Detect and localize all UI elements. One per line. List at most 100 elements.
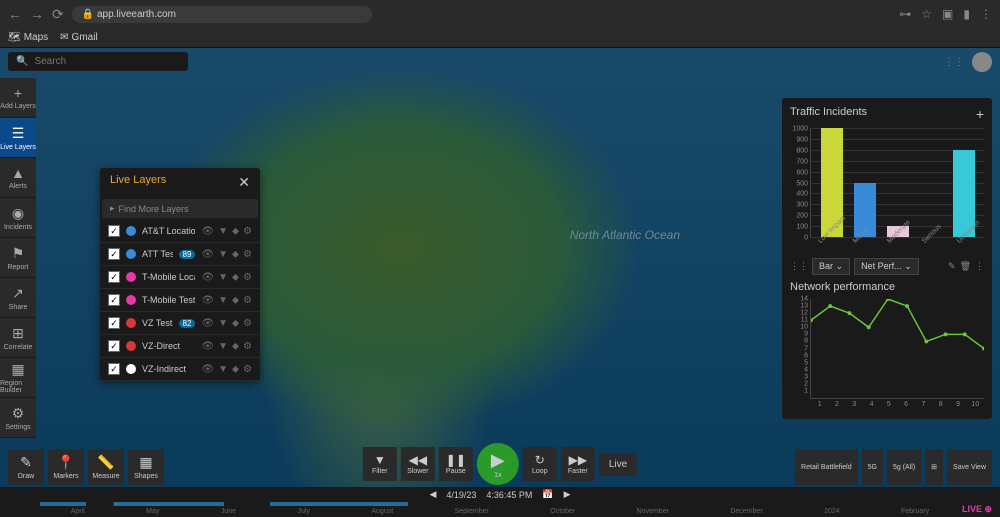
checkbox[interactable]: ✓	[108, 317, 120, 329]
playback-faster[interactable]: ▶▶Faster	[561, 447, 595, 481]
main-app: North Atlantic Ocean 🔍 ⋮⋮ +Add Layers☰Li…	[0, 48, 1000, 517]
preset-button[interactable]: 5g (All)	[887, 449, 921, 485]
filter-icon[interactable]: ▼	[218, 341, 228, 352]
filter-icon[interactable]: ▼	[218, 364, 228, 375]
extension-icon[interactable]: ▣	[942, 7, 953, 21]
gear-icon[interactable]: ⚙	[243, 272, 252, 283]
filter-icon[interactable]: ▼	[218, 226, 228, 237]
pin-icon[interactable]: ⬥	[232, 249, 239, 260]
visibility-icon[interactable]: 👁	[201, 295, 214, 306]
forward-icon[interactable]: →	[30, 6, 44, 22]
layer-item[interactable]: ✓ATT Test Data89👁▼⬥⚙	[100, 243, 260, 266]
checkbox[interactable]: ✓	[108, 294, 120, 306]
filter-icon[interactable]: ▼	[218, 249, 228, 260]
sidebar-item-share[interactable]: ↗Share	[0, 278, 36, 318]
checkbox[interactable]: ✓	[108, 248, 120, 260]
menu-icon[interactable]: ⋮	[980, 7, 992, 21]
pin-icon[interactable]: ⬥	[232, 226, 239, 237]
search-input[interactable]	[34, 56, 180, 67]
gear-icon[interactable]: ⚙	[243, 341, 252, 352]
timeline-back-icon[interactable]: ◀	[429, 489, 436, 500]
url-bar[interactable]: 🔒 app.liveearth.com	[72, 6, 372, 23]
shapes-tool[interactable]: ▦Shapes	[128, 449, 164, 485]
gear-icon[interactable]: ⚙	[243, 364, 252, 375]
panel-title: Live Layers	[110, 174, 166, 191]
playback-play[interactable]: ▶1x	[477, 443, 519, 485]
edit-icon[interactable]: ✎	[948, 261, 956, 272]
preset-button[interactable]: 5G	[862, 449, 883, 485]
drag-icon[interactable]: ⋮⋮	[790, 261, 808, 272]
filter-icon[interactable]: ▼	[218, 295, 228, 306]
visibility-icon[interactable]: 👁	[201, 226, 214, 237]
sidebar-item-settings[interactable]: ⚙Settings	[0, 398, 36, 438]
key-icon[interactable]: ⊶	[899, 7, 911, 21]
visibility-icon[interactable]: 👁	[201, 318, 214, 329]
sidebar-item-alerts[interactable]: ▲Alerts	[0, 158, 36, 198]
close-icon[interactable]: ✕	[238, 174, 250, 191]
filter-icon[interactable]: ▼	[218, 318, 228, 329]
filter-icon[interactable]: ▼	[218, 272, 228, 283]
playback-filter[interactable]: ▼Filter	[363, 447, 397, 481]
app-search[interactable]: 🔍	[8, 52, 188, 71]
bookmark-gmail[interactable]: ✉ Gmail	[60, 32, 98, 43]
browser-bar: ← → ⟳ 🔒 app.liveearth.com ⊶ ☆ ▣ ▮ ⋮	[0, 0, 1000, 28]
pin-icon[interactable]: ⬥	[232, 341, 239, 352]
markers-tool[interactable]: 📍Markers	[48, 449, 84, 485]
layer-color-icon	[126, 341, 136, 351]
preset-button[interactable]: ⊞	[925, 449, 943, 485]
preset-button[interactable]: Save View	[947, 449, 992, 485]
grid-icon[interactable]: ⋮⋮	[944, 57, 964, 68]
preset-button[interactable]: Retail Battlefield	[795, 449, 858, 485]
layer-item[interactable]: ✓VZ Test Data82👁▼⬥⚙	[100, 312, 260, 335]
timeline-date: 4/19/23	[446, 490, 476, 500]
gear-icon[interactable]: ⚙	[243, 318, 252, 329]
layer-item[interactable]: ✓VZ-Direct👁▼⬥⚙	[100, 335, 260, 358]
timeline[interactable]: ◀ 4/19/23 4:36:45 PM 📅 ▶ AprilMayJuneJul…	[0, 487, 1000, 517]
layer-item[interactable]: ✓T-Mobile Test Da👁▼⬥⚙	[100, 289, 260, 312]
playback-loop[interactable]: ↻Loop	[523, 447, 557, 481]
calendar-icon[interactable]: 📅	[542, 489, 553, 500]
more-icon[interactable]: ⋮	[975, 261, 984, 272]
draw-tool[interactable]: ✎Draw	[8, 449, 44, 485]
measure-tool[interactable]: 📏Measure	[88, 449, 124, 485]
chart-data-select[interactable]: Net Perf... ⌄	[854, 258, 919, 275]
pin-icon[interactable]: ⬥	[232, 318, 239, 329]
layer-item[interactable]: ✓T-Mobile Locatic👁▼⬥⚙	[100, 266, 260, 289]
reload-icon[interactable]: ⟳	[52, 6, 64, 23]
gear-icon[interactable]: ⚙	[243, 226, 252, 237]
checkbox[interactable]: ✓	[108, 340, 120, 352]
find-layers-button[interactable]: ▸Find More Layers	[102, 199, 258, 218]
checkbox[interactable]: ✓	[108, 363, 120, 375]
live-button[interactable]: Live	[599, 453, 637, 476]
sidebar-item-correlate[interactable]: ⊞Correlate	[0, 318, 36, 358]
playback-slower[interactable]: ◀◀Slower	[401, 447, 435, 481]
visibility-icon[interactable]: 👁	[201, 341, 214, 352]
back-icon[interactable]: ←	[8, 6, 22, 22]
sidebar-item-add-layers[interactable]: +Add Layers	[0, 78, 36, 118]
avatar[interactable]	[972, 52, 992, 72]
layer-item[interactable]: ✓VZ-Indirect👁▼⬥⚙	[100, 358, 260, 381]
visibility-icon[interactable]: 👁	[201, 249, 214, 260]
checkbox[interactable]: ✓	[108, 271, 120, 283]
pin-icon[interactable]: ⬥	[232, 295, 239, 306]
layer-item[interactable]: ✓AT&T Locations👁▼⬥⚙	[100, 220, 260, 243]
sidebar-item-incidents[interactable]: ◉Incidents	[0, 198, 36, 238]
gear-icon[interactable]: ⚙	[243, 249, 252, 260]
pin-icon[interactable]: ⬥	[232, 364, 239, 375]
star-icon[interactable]: ☆	[921, 7, 932, 21]
checkbox[interactable]: ✓	[108, 225, 120, 237]
add-chart-icon[interactable]: +	[976, 106, 984, 122]
timeline-fwd-icon[interactable]: ▶	[564, 489, 571, 500]
delete-icon[interactable]: 🗑	[960, 261, 971, 272]
gear-icon[interactable]: ⚙	[243, 295, 252, 306]
visibility-icon[interactable]: 👁	[201, 364, 214, 375]
pin-icon[interactable]: ⬥	[232, 272, 239, 283]
sidebar-item-region-builder[interactable]: ▦Region Builder	[0, 358, 36, 398]
sidebar-item-report[interactable]: ⚑Report	[0, 238, 36, 278]
bookmark-maps[interactable]: 🗺 Maps	[8, 32, 48, 43]
profile-icon[interactable]: ▮	[963, 7, 970, 21]
sidebar-item-live-layers[interactable]: ☰Live Layers	[0, 118, 36, 158]
playback-pause[interactable]: ❚❚Pause	[439, 447, 473, 481]
chart-type-select[interactable]: Bar ⌄	[812, 258, 850, 275]
visibility-icon[interactable]: 👁	[201, 272, 214, 283]
